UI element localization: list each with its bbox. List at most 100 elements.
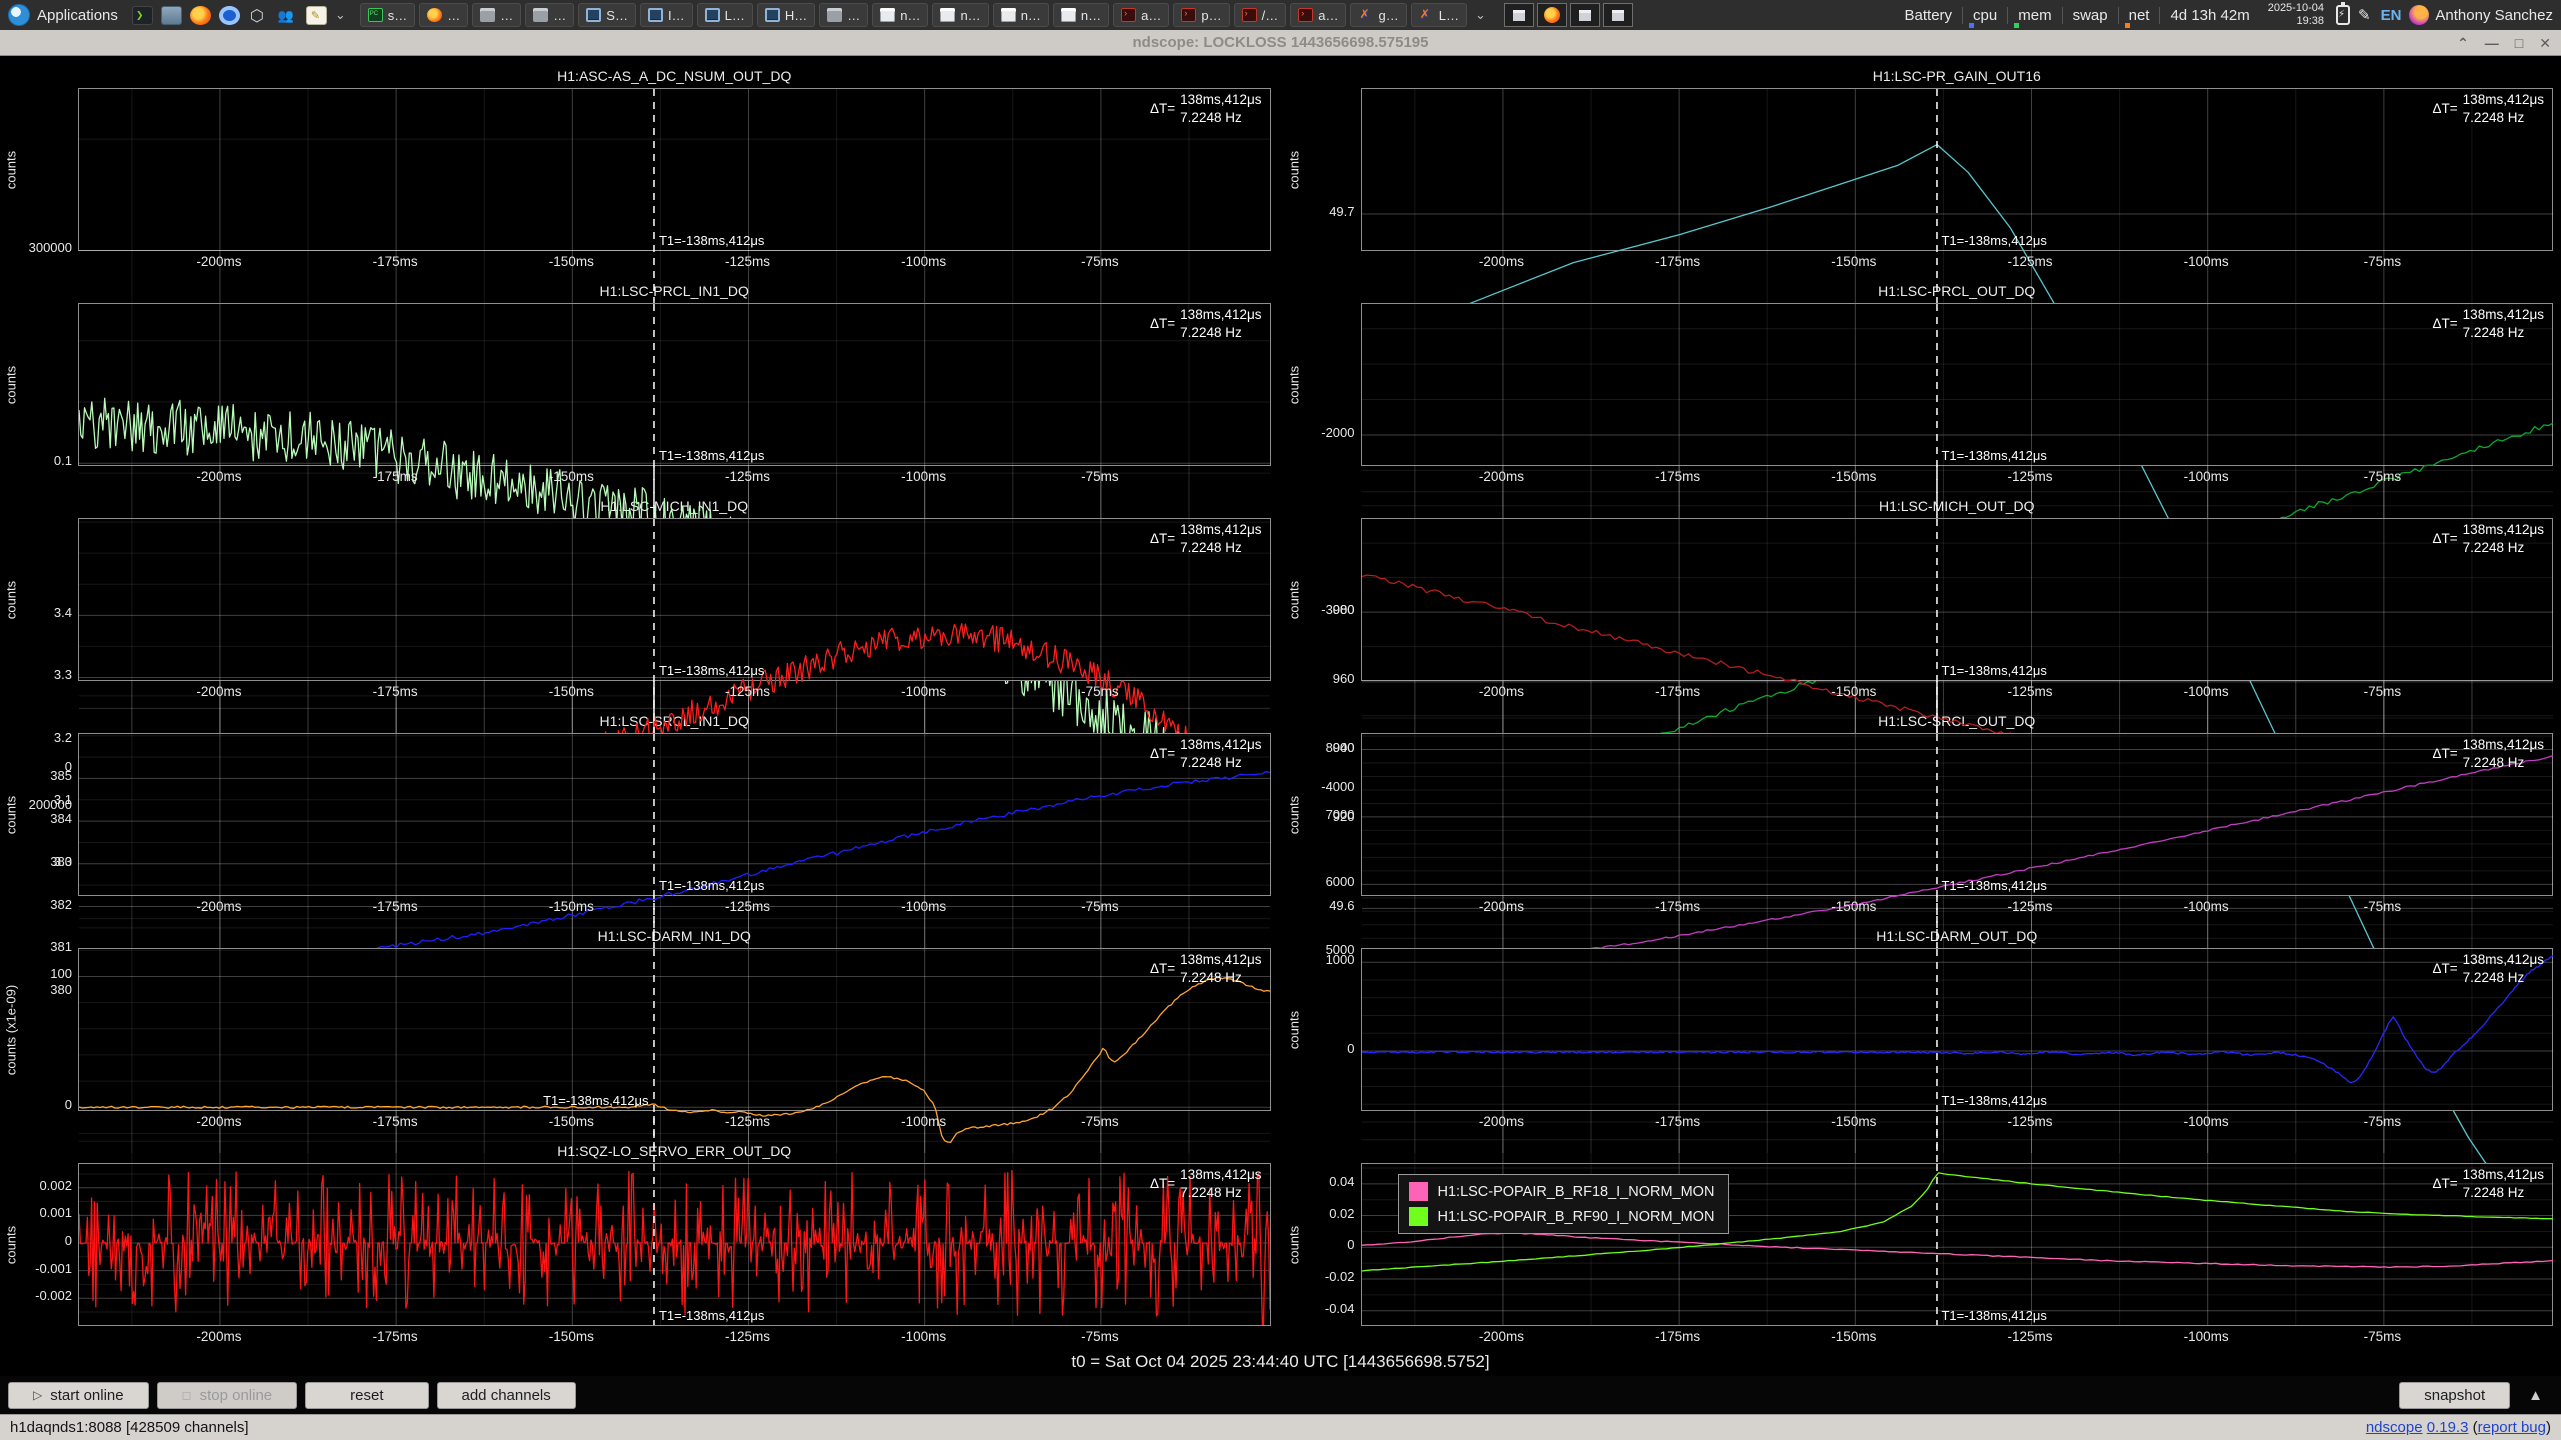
terminal-launcher-icon[interactable] [132, 6, 153, 25]
plot-cell: counts0.040.020-0.02-0.04T1=-138ms,412μs… [1285, 1133, 2554, 1348]
pager-tile[interactable] [1603, 3, 1633, 27]
maximize-button[interactable]: □ [2515, 36, 2523, 50]
t1-cursor-label: T1=-138ms,412μs [543, 1093, 648, 1108]
y-tick-labels: 980960940920 [1303, 518, 1361, 681]
taskbar-window-button[interactable]: n… [993, 3, 1049, 27]
x-tick: -200ms [1479, 899, 1524, 914]
ring-launcher-icon[interactable] [219, 6, 240, 25]
shade-button[interactable]: ⌃ [2457, 36, 2469, 50]
plot-legend[interactable]: H1:LSC-POPAIR_B_RF18_I_NORM_MONH1:LSC-PO… [1398, 1174, 1730, 1234]
x-tick-labels: -200ms-175ms-150ms-125ms-100ms-75ms [78, 896, 1271, 918]
plot-canvas[interactable]: T1=-138ms,412μsΔT=138ms,412μs7.2248 HzH1… [1361, 1163, 2554, 1326]
whisker-menu-icon [8, 4, 30, 26]
taskbar-window-button[interactable]: s… [360, 3, 416, 27]
x-tick: -125ms [725, 1329, 770, 1344]
minimize-button[interactable]: — [2485, 36, 2499, 50]
users-launcher-icon[interactable] [277, 6, 298, 25]
x-tick: -125ms [2007, 1329, 2052, 1344]
plot-canvas[interactable]: T1=-138ms,412μsΔT=138ms,412μs7.2248 Hz [1361, 733, 2554, 896]
battery-icon[interactable] [2336, 5, 2350, 25]
start-online-button[interactable]: ▷ start online [8, 1382, 149, 1409]
x-tick: -100ms [2184, 469, 2229, 484]
pager-tile[interactable] [1537, 3, 1567, 27]
reset-label: reset [350, 1387, 383, 1404]
add-channels-button[interactable]: add channels [437, 1382, 576, 1409]
version-link[interactable]: 0.19.3 [2427, 1419, 2469, 1436]
folder-launcher-icon[interactable] [161, 6, 182, 25]
delta-t-values: 138ms,412μs7.2248 Hz [1180, 736, 1261, 771]
taskbar-window-button[interactable]: n… [932, 3, 988, 27]
tray-monitor-mem[interactable]: mem [2008, 7, 2062, 24]
tray-monitor-battery[interactable]: Battery [1895, 7, 1964, 24]
taskbar-window-button[interactable]: a… [1113, 3, 1169, 27]
plot-canvas[interactable]: T1=-138ms,412μsΔT=138ms,412μs7.2248 Hz [78, 948, 1271, 1111]
firefox-icon [1544, 7, 1560, 23]
plot-canvas[interactable]: T1=-138ms,412μsΔT=138ms,412μs7.2248 Hz [78, 518, 1271, 681]
taskbar-window-button[interactable]: … [472, 3, 521, 27]
y-tick: 3.4 [54, 605, 72, 620]
y-tick: -0.02 [1325, 1269, 1355, 1284]
ndscope-link[interactable]: ndscope [2366, 1419, 2423, 1436]
legend-entry: H1:LSC-POPAIR_B_RF90_I_NORM_MON [1409, 1207, 1715, 1226]
pager-tile[interactable] [1570, 3, 1600, 27]
taskbar-window-button[interactable]: g… [1350, 3, 1406, 27]
pager-tile[interactable] [1504, 3, 1534, 27]
x-tick: -175ms [373, 899, 418, 914]
tray-monitor-swap[interactable]: swap [2063, 7, 2119, 24]
taskbar-window-button[interactable]: H… [757, 3, 815, 27]
taskbar-window-button[interactable]: p… [1173, 3, 1229, 27]
window-button-list: s…………S…I…L…H……n…n…n…n…a…p…/…a…g…L… [360, 3, 1467, 27]
keyboard-layout-label[interactable]: EN [2375, 7, 2408, 24]
y-tick: 49.6 [1329, 898, 1354, 913]
y-axis-label: counts [1285, 1163, 1303, 1326]
tray-monitor-net[interactable]: net [2119, 7, 2161, 24]
tray-monitor-cpu[interactable]: cpu [1963, 7, 2008, 24]
launcher-chevron-icon[interactable]: ⌄ [333, 7, 348, 23]
taskbar-window-button[interactable]: a… [1290, 3, 1346, 27]
taskbar-window-button[interactable]: /… [1234, 3, 1287, 27]
window-list-overflow-icon[interactable]: ⌄ [1473, 7, 1488, 23]
plot-canvas[interactable]: T1=-138ms,412μsΔT=138ms,412μs7.2248 Hz [1361, 948, 2554, 1111]
plot-canvas[interactable]: T1=-138ms,412μsΔT=138ms,412μs7.2248 Hz [1361, 303, 2554, 466]
firefox-launcher-icon[interactable] [190, 6, 211, 25]
x-tick: -200ms [1479, 684, 1524, 699]
plot-canvas[interactable]: T1=-138ms,412μsΔT=138ms,412μs7.2248 Hz [78, 88, 1271, 251]
share-launcher-icon[interactable] [248, 6, 269, 25]
plot-svg[interactable] [79, 1164, 1270, 1325]
stop-online-button[interactable]: ◻ stop online [157, 1382, 298, 1409]
pencil-icon[interactable]: ✎ [2354, 6, 2375, 24]
y-axis-label-text: counts [4, 1225, 19, 1263]
y-tick: 8000 [1326, 740, 1355, 755]
stop-online-label: stop online [200, 1387, 273, 1404]
taskbar-window-button[interactable]: … [419, 3, 468, 27]
x-tick: -75ms [2364, 899, 2402, 914]
notes-launcher-icon[interactable] [306, 6, 327, 25]
plot-canvas[interactable]: T1=-138ms,412μsΔT=138ms,412μs7.2248 Hz [78, 303, 1271, 466]
plot-canvas[interactable]: T1=-138ms,412μsΔT=138ms,412μs7.2248 Hz [78, 1163, 1271, 1326]
titlebar[interactable]: ndscope: LOCKLOSS 1443656698.575195 ⌃—□✕ [0, 30, 2561, 56]
taskbar-window-button[interactable]: n… [872, 3, 928, 27]
taskbar-window-button[interactable]: … [819, 3, 868, 27]
y-axis-label-text: counts [1286, 150, 1301, 188]
close-button[interactable]: ✕ [2539, 36, 2551, 50]
plot-canvas[interactable]: T1=-138ms,412μsΔT=138ms,412μs7.2248 Hz [78, 733, 1271, 896]
taskbar-window-button[interactable]: … [525, 3, 574, 27]
x-tick: -125ms [2007, 254, 2052, 269]
user-avatar[interactable] [2409, 5, 2429, 25]
snapshot-button[interactable]: snapshot [2399, 1382, 2510, 1409]
taskbar-window-button[interactable]: L… [1411, 3, 1467, 27]
trace [79, 1171, 1270, 1325]
report-bug-link[interactable]: report bug [2478, 1419, 2546, 1436]
scroll-up-icon[interactable]: ▲ [2518, 1387, 2553, 1404]
plot-cell: H1:ASC-AS_A_DC_NSUM_OUT_DQcounts30000020… [2, 58, 1271, 273]
x-tick: -100ms [901, 684, 946, 699]
plot-canvas[interactable]: T1=-138ms,412μsΔT=138ms,412μs7.2248 Hz [1361, 518, 2554, 681]
reset-button[interactable]: reset [305, 1382, 428, 1409]
taskbar-window-button[interactable]: I… [640, 3, 693, 27]
taskbar-window-button[interactable]: L… [697, 3, 753, 27]
applications-menu[interactable]: Applications [8, 4, 118, 26]
taskbar-window-button[interactable]: S… [578, 3, 636, 27]
plot-canvas[interactable]: T1=-138ms,412μsΔT=138ms,412μs7.2248 Hz [1361, 88, 2554, 251]
t1-cursor-label: T1=-138ms,412μs [659, 1308, 764, 1323]
taskbar-window-button[interactable]: n… [1053, 3, 1109, 27]
